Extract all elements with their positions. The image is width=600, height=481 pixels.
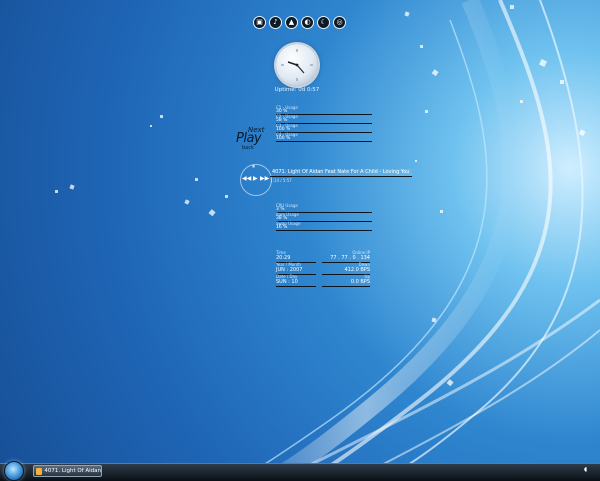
moon-icon[interactable]: ☾ bbox=[317, 16, 330, 29]
analog-clock bbox=[276, 44, 318, 86]
film-icon[interactable]: ▣ bbox=[253, 16, 266, 29]
system-info-panel: Time 20:29 Online IP 77 . 77 . 0 . 134 Y… bbox=[276, 250, 371, 290]
mountain-icon[interactable]: ▲ bbox=[285, 16, 298, 29]
upload-cell: Up 0.0 BPS bbox=[322, 274, 370, 287]
music-icon[interactable]: ♪ bbox=[269, 16, 282, 29]
start-orb-button[interactable] bbox=[4, 461, 24, 481]
system-usage-panel: CPU Usage 3 % Ram Usage 38 % Swap Usage … bbox=[276, 203, 372, 231]
player-app-icon bbox=[36, 467, 43, 475]
system-usage-value: 16 % bbox=[276, 225, 288, 230]
taskbar-window-button[interactable]: 4071. Light Of Aidan... bbox=[33, 465, 102, 477]
clock-face-icon bbox=[281, 49, 313, 81]
logo-back-text: back bbox=[242, 145, 254, 151]
play-button[interactable]: ▶ bbox=[253, 175, 258, 182]
cpu-core-value: 100 % bbox=[276, 136, 291, 141]
now-playing-logo: Next Play back bbox=[236, 126, 276, 152]
logo-play-text: Play bbox=[236, 131, 262, 146]
pause-button[interactable]: ⏸ bbox=[252, 163, 255, 171]
cpu-core-row: C4 - Usage 100 % bbox=[276, 132, 372, 142]
day-value: SUN : 10 bbox=[276, 279, 316, 287]
next-button[interactable]: ▶▶ bbox=[260, 175, 269, 182]
track-divider bbox=[270, 176, 412, 177]
uptime-label: Uptime: 0d 0:57 bbox=[274, 87, 320, 93]
day-cell: Date / Day SUN : 10 bbox=[276, 274, 316, 287]
track-title: 4071. Light Of Aidan Feat Nate For A Chi… bbox=[272, 169, 410, 175]
cpu-cores-panel: C1 - Usage 30 % C2 - Usage 58 % C3 - Usa… bbox=[276, 105, 372, 142]
previous-button[interactable]: ◀◀ bbox=[242, 175, 251, 182]
upload-value: 0.0 BPS bbox=[322, 279, 370, 287]
taskbar-window-label: 4071. Light Of Aidan... bbox=[44, 468, 101, 474]
globe-icon[interactable]: ◐ bbox=[301, 16, 314, 29]
volume-icon[interactable]: ◖ bbox=[584, 466, 587, 473]
launcher-dock: ▣ ♪ ▲ ◐ ☾ ◎ bbox=[253, 16, 346, 29]
settings-icon[interactable]: ◎ bbox=[333, 16, 346, 29]
track-time: 1:14 / 5:57 bbox=[270, 178, 292, 183]
system-usage-row: Swap Usage 16 % bbox=[276, 221, 372, 231]
